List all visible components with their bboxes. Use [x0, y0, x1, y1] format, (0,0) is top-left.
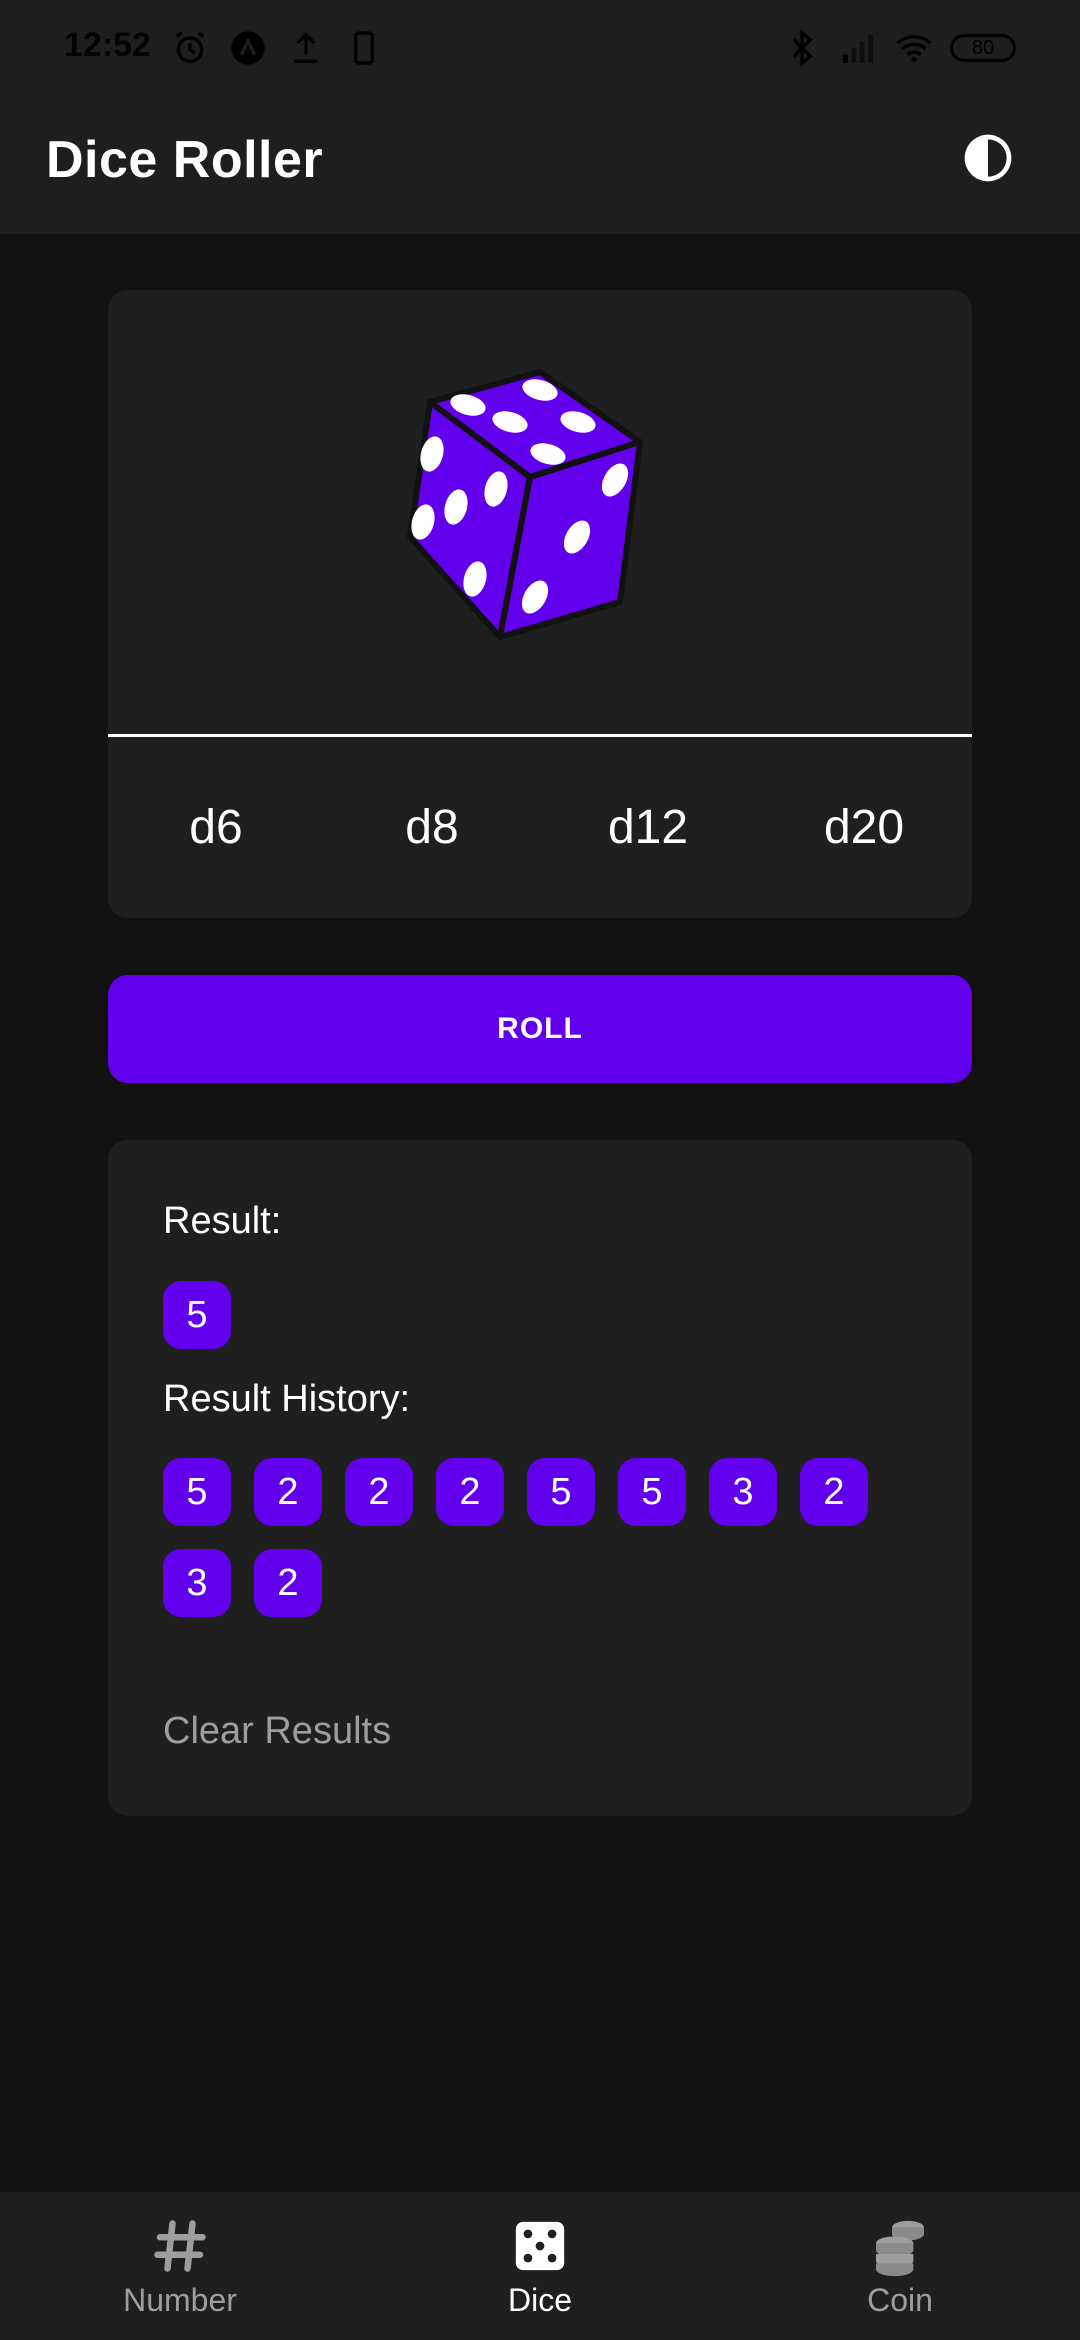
upload-icon — [294, 32, 318, 63]
theme-toggle-button[interactable] — [956, 126, 1020, 190]
dice-icon — [515, 2221, 565, 2271]
status-time: 12:52 — [64, 26, 151, 64]
status-icons-left — [170, 28, 384, 68]
app-notification-icon — [231, 31, 265, 65]
history-chip: 5 — [618, 1458, 686, 1526]
tab-d20[interactable]: d20 — [756, 737, 972, 918]
history-chip: 2 — [254, 1458, 322, 1526]
nav-label-dice: Dice — [507, 2282, 572, 2318]
result-label: Result: — [163, 1200, 282, 1242]
history-chip: 5 — [527, 1458, 595, 1526]
nav-label-number: Number — [123, 2282, 237, 2318]
clear-results-button[interactable]: Clear Results — [163, 1710, 391, 1753]
signal-icon — [843, 34, 873, 63]
history-chip: 2 — [254, 1549, 322, 1617]
vibrate-icon — [354, 31, 374, 65]
nav-item-dice[interactable]: Dice — [360, 2192, 720, 2340]
hash-icon — [154, 2220, 206, 2272]
dice-type-tabs: d6 d8 d12 d20 — [108, 737, 972, 918]
tab-d6[interactable]: d6 — [108, 737, 324, 918]
history-chip: 3 — [709, 1458, 777, 1526]
app-bar: Dice Roller — [0, 100, 1080, 234]
coins-icon — [876, 2220, 924, 2277]
page-title: Dice Roller — [46, 131, 324, 189]
wifi-icon — [896, 35, 932, 63]
history-chip: 2 — [436, 1458, 504, 1526]
result-chip: 5 — [163, 1281, 231, 1349]
nav-label-coin: Coin — [867, 2282, 933, 2318]
tab-d8[interactable]: d8 — [324, 737, 540, 918]
history-chip: 5 — [163, 1458, 231, 1526]
roll-button[interactable]: ROLL — [108, 975, 972, 1083]
result-history-list: 5 2 2 2 5 5 3 2 3 2 — [163, 1458, 923, 1617]
bottom-navigation: Number Dice Coin — [0, 2192, 1080, 2340]
alarm-icon — [175, 31, 205, 64]
contrast-icon — [964, 134, 1012, 182]
nav-item-coin[interactable]: Coin — [720, 2192, 1080, 2340]
battery-level: 80 — [971, 36, 995, 59]
status-bar: 12:52 80 — [0, 0, 1080, 100]
history-chip: 3 — [163, 1549, 231, 1617]
bluetooth-icon — [792, 29, 813, 67]
history-chip: 2 — [800, 1458, 868, 1526]
results-card: Result: 5 Result History: 5 2 2 2 5 5 3 … — [108, 1140, 972, 1816]
battery-indicator: 80 — [950, 34, 1016, 62]
tab-d12[interactable]: d12 — [540, 737, 756, 918]
result-history-label: Result History: — [163, 1378, 411, 1420]
nav-item-number[interactable]: Number — [0, 2192, 360, 2340]
dice-card: d6 d8 d12 d20 — [108, 290, 972, 918]
status-icons-right: 80 — [782, 28, 1016, 68]
dice-display — [108, 290, 972, 734]
history-chip: 2 — [345, 1458, 413, 1526]
dice-icon — [407, 369, 643, 640]
